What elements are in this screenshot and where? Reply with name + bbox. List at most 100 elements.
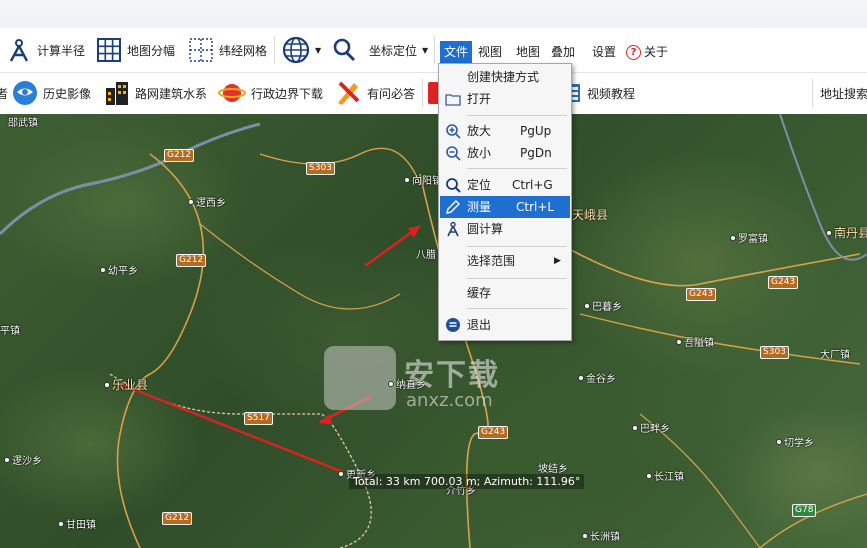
globe-dropdown-button[interactable]: ▼ xyxy=(282,35,321,65)
admin-download-button[interactable]: 行政边界下载 xyxy=(218,78,323,108)
toolbar-divider xyxy=(274,36,275,64)
road-building-label: 路网建筑水系 xyxy=(135,86,208,101)
history-image-button[interactable]: 历史影像 xyxy=(12,78,91,108)
road-shield: G243 xyxy=(478,426,509,439)
pencil-icon xyxy=(446,200,460,214)
select-range-label: 选择范围 xyxy=(467,254,516,268)
exit-icon xyxy=(446,318,460,332)
menu-separator xyxy=(467,246,567,247)
calc-radius-label: 计算半径 xyxy=(37,43,86,58)
exit-label: 退出 xyxy=(467,318,492,332)
address-search-button[interactable]: 地址搜索 xyxy=(820,78,867,108)
help-icon: ? xyxy=(626,44,641,60)
zoom-in-icon xyxy=(446,124,461,139)
road-shield: G243 xyxy=(686,288,717,301)
file-menu: 创建快捷方式 打开 放大 PgUp 放小 PgDn 定位 Ctrl+G 测量 C… xyxy=(438,63,572,341)
road-shield: G212 xyxy=(176,254,207,267)
zoom-in-item[interactable]: 放大 PgUp xyxy=(440,120,570,142)
select-range-item[interactable]: 选择范围 ▶ xyxy=(440,250,570,272)
main-toolbar: 计算半径 地图分幅 纬经网格 ▼ 坐标定位 ▼ 文件 视图 地图 叠加 设置 ?… xyxy=(0,28,867,73)
chevron-down-icon: ▼ xyxy=(315,45,322,55)
zoom-in-shortcut: PgUp xyxy=(520,124,552,138)
address-search-label: 地址搜索 xyxy=(820,86,867,101)
circle-calc-label: 圆计算 xyxy=(467,222,504,236)
building-icon xyxy=(106,82,128,105)
place-label: 天峨县 xyxy=(572,208,609,222)
latlon-grid-button[interactable]: 纬经网格 xyxy=(188,35,267,65)
menu-map[interactable]: 地图 xyxy=(512,41,544,63)
partial-button[interactable]: 者 xyxy=(0,78,8,108)
map-sheet-button[interactable]: 地图分幅 xyxy=(96,35,175,65)
place-label: 巴畔乡 xyxy=(632,420,670,435)
cache-item[interactable]: 缓存 xyxy=(440,282,570,304)
locate-item[interactable]: 定位 Ctrl+G xyxy=(440,174,570,196)
create-shortcut-label: 创建快捷方式 xyxy=(467,70,540,84)
place-label: 坡结乡 xyxy=(538,464,568,475)
place-label: 巴暮乡 xyxy=(584,298,622,313)
partial-label: 者 xyxy=(0,86,9,101)
place-label: 郘武镇 xyxy=(8,118,38,129)
menu-settings[interactable]: 设置 xyxy=(588,41,620,63)
road-building-button[interactable]: 路网建筑水系 xyxy=(104,78,207,108)
menu-separator xyxy=(467,278,567,279)
map-sheet-label: 地图分幅 xyxy=(127,43,176,58)
satellite-map[interactable]: 安下载 anxz.com 郘武镇 逻西乡 幼平乡 乐业县 平镇 逻沙乡 甘田镇 … xyxy=(0,114,867,548)
place-label: 吾隘镇 xyxy=(676,334,714,349)
measure-shortcut: Ctrl+L xyxy=(516,200,555,214)
place-label: 纳直乡 xyxy=(388,376,426,391)
road-shield: S303 xyxy=(306,162,335,175)
menu-about[interactable]: ? 关于 xyxy=(622,41,672,63)
place-label: 乐业县 xyxy=(104,376,148,393)
search-icon xyxy=(333,38,356,62)
open-item[interactable]: 打开 xyxy=(440,88,570,110)
zoom-out-item[interactable]: 放小 PgDn xyxy=(440,142,570,164)
planet-icon xyxy=(218,84,246,102)
grid-icon xyxy=(97,38,121,62)
qa-button[interactable]: 有问必答 xyxy=(334,78,415,108)
place-label: 平镇 xyxy=(0,326,20,337)
toolbar-divider xyxy=(812,79,813,107)
qa-label: 有问必答 xyxy=(367,86,416,101)
zoom-out-icon xyxy=(446,146,461,161)
menu-separator xyxy=(467,115,567,116)
circle-calc-item[interactable]: 圆计算 xyxy=(440,218,570,240)
road-shield: S517 xyxy=(244,412,273,425)
place-label: 长江镇 xyxy=(646,468,684,483)
zoom-in-label: 放大 xyxy=(467,124,492,138)
create-shortcut-item[interactable]: 创建快捷方式 xyxy=(440,66,570,88)
place-label: 切学乡 xyxy=(776,434,814,449)
place-label: 向阳镇 xyxy=(404,172,442,187)
cache-label: 缓存 xyxy=(467,286,492,300)
latlon-grid-label: 纬经网格 xyxy=(219,43,268,58)
menu-file[interactable]: 文件 xyxy=(440,41,473,63)
place-label: 长洲镇 xyxy=(582,528,620,543)
video-tutorial-button[interactable]: 视频教程 xyxy=(564,78,635,108)
measure-item[interactable]: 测量 Ctrl+L xyxy=(440,196,570,218)
exit-item[interactable]: 退出 xyxy=(440,314,570,336)
zoom-out-label: 放小 xyxy=(467,146,492,160)
folder-icon xyxy=(445,94,461,106)
globe-icon xyxy=(282,36,310,64)
place-label: 南丹县 xyxy=(826,224,867,241)
compass-icon xyxy=(9,39,29,62)
search-icon xyxy=(446,178,461,193)
coord-locate-button[interactable]: 坐标定位 ▼ xyxy=(332,35,428,65)
menu-view[interactable]: 视图 xyxy=(474,41,506,63)
place-label: 大厂镇 xyxy=(820,350,850,361)
layers-icon xyxy=(13,81,37,105)
road-shield: G243 xyxy=(768,276,799,289)
menu-separator xyxy=(467,308,567,309)
admin-download-label: 行政边界下载 xyxy=(251,86,324,101)
chevron-down-icon: ▼ xyxy=(422,45,429,55)
locate-shortcut: Ctrl+G xyxy=(512,178,553,192)
video-tutorial-label: 视频教程 xyxy=(587,86,636,101)
chevron-right-icon: ▶ xyxy=(554,256,561,266)
secondary-toolbar: 者 历史影像 路网建筑水系 行政边界下载 有问必答 视频教程 地址搜索 xyxy=(0,73,867,115)
menu-overlay[interactable]: 叠加 xyxy=(547,41,579,63)
locate-label: 定位 xyxy=(467,178,492,192)
dotted-grid-icon xyxy=(189,38,213,62)
place-label: 甘田镇 xyxy=(58,516,96,531)
coord-locate-label: 坐标定位 xyxy=(369,43,418,58)
calc-radius-button[interactable]: 计算半径 xyxy=(6,35,85,65)
road-shield: S303 xyxy=(760,346,789,359)
